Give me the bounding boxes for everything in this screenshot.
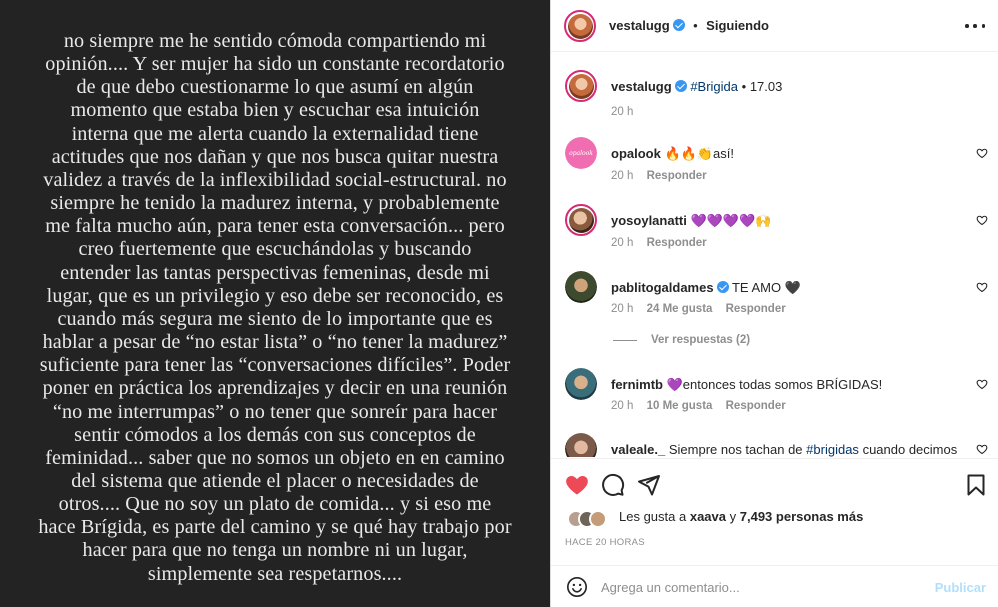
post-text-line: poner en práctica los aprendizajes y dec…	[42, 377, 508, 400]
post-text-line: interna que me alerta cuando la external…	[71, 122, 479, 145]
reply-button[interactable]: Responder	[726, 400, 786, 412]
post-text-line: feminidad... saber que no somos un objet…	[45, 446, 505, 469]
commenter-avatar[interactable]	[565, 271, 597, 303]
comment-text: cuando decimos	[862, 442, 958, 457]
verified-badge-icon	[716, 281, 729, 293]
caption-time: 20 h	[611, 106, 634, 118]
comment-like-count[interactable]: 10 Me gusta	[647, 400, 713, 412]
comment-time: 20 h	[611, 170, 634, 182]
header-separator: •	[693, 18, 698, 33]
caption-hashtag[interactable]: #Brigida	[690, 79, 738, 94]
post-text-line: validez a través de la inflexibilidad so…	[43, 168, 507, 191]
view-replies-button[interactable]: Ver respuestas (2)	[651, 334, 750, 346]
post-text-line: me falta mucho aún, para tener esta conv…	[45, 215, 505, 238]
commenter-avatar[interactable]: opalook	[565, 137, 597, 169]
post-text-line: hace Brígida, es parte del camino y se q…	[38, 516, 512, 539]
post-text-line: momento que estaba bien y escuchar esa i…	[70, 99, 480, 122]
bookmark-icon[interactable]	[964, 473, 988, 497]
liker-username[interactable]: xaava	[690, 509, 726, 524]
like-comment-heart-icon[interactable]	[976, 443, 988, 455]
more-options-icon[interactable]	[965, 17, 985, 35]
comment-text: TE AMO 🖤	[731, 280, 801, 295]
author-avatar[interactable]	[564, 10, 596, 42]
post-text-line: creo fuertemente que escuchándolas y bus…	[78, 238, 472, 261]
liker-avatars	[567, 510, 609, 528]
commenter-avatar[interactable]	[565, 433, 597, 457]
comment-time: 20 h	[611, 400, 634, 412]
post-text-line: lugar, que es un privilegio y eso debe s…	[46, 284, 504, 307]
comment-text: 💜💜💜💜🙌	[690, 213, 772, 228]
post-side-panel: vestalugg • Siguiendo vestalugg #Brigida…	[550, 0, 998, 607]
post-text-line: siempre he tenido la madurez interna, y …	[50, 192, 500, 215]
post-actions	[551, 458, 998, 508]
post-text-line: de que debo cuestionarme lo que asumí en…	[76, 76, 474, 99]
comment-text: 🔥🔥👏así!	[664, 146, 734, 161]
like-comment-heart-icon[interactable]	[976, 214, 988, 226]
caption-username[interactable]: vestalugg	[611, 79, 672, 94]
post-text-line: hacer para que no tenga un nombre ni un …	[82, 539, 468, 562]
like-comment-heart-icon[interactable]	[976, 378, 988, 390]
like-comment-heart-icon[interactable]	[976, 147, 988, 159]
post-text-line: sentir cómodos a los demás con sus conce…	[74, 423, 476, 446]
likes-middle: y	[729, 509, 737, 524]
post-text-line: otros.... Que no soy un plato de comida.…	[58, 493, 492, 516]
post-text-line: hablar a pesar de “no estar lista” o “no…	[42, 331, 508, 354]
post-image-text: no siempre me he sentido cómoda comparti…	[22, 30, 528, 586]
share-icon[interactable]	[637, 473, 661, 497]
comment-text: 💜entonces todas somos BRÍGIDAS!	[666, 377, 883, 392]
post-text-line: cuando más segura me siento de lo import…	[57, 307, 493, 330]
commenter-username[interactable]: fernimtb	[611, 377, 663, 392]
replies-divider	[613, 340, 637, 341]
post-image[interactable]: no siempre me he sentido cómoda comparti…	[0, 0, 550, 607]
caption-avatar[interactable]	[565, 70, 597, 102]
post-text-line: simplemente sea respetarnos....	[147, 562, 403, 585]
post-text-line: del sistema que atiende el placer o nece…	[71, 469, 479, 492]
post-text-line: actitudes que nos dañan y que nos busca …	[51, 145, 499, 168]
heart-icon[interactable]	[565, 473, 589, 497]
post-timestamp[interactable]: HACE 20 HORAS	[565, 537, 645, 548]
post-text-line: no siempre me he sentido cómoda comparti…	[63, 30, 487, 52]
post-header: vestalugg • Siguiendo	[551, 0, 998, 52]
commenter-username[interactable]: yosoylanatti	[611, 213, 687, 228]
verified-badge-icon	[674, 80, 687, 92]
comment-text: Siempre nos tachan de	[668, 442, 803, 457]
comment-input[interactable]	[601, 577, 921, 597]
reply-button[interactable]: Responder	[726, 303, 786, 315]
commenter-username[interactable]: pablitogaldames	[611, 280, 714, 295]
likes-prefix: Les gusta a	[619, 509, 687, 524]
reply-button[interactable]: Responder	[647, 170, 707, 182]
comment-icon[interactable]	[601, 473, 625, 497]
emoji-icon[interactable]	[566, 576, 588, 598]
publish-button[interactable]: Publicar	[935, 580, 986, 595]
comment-like-count[interactable]: 24 Me gusta	[647, 303, 713, 315]
comment-time: 20 h	[611, 237, 634, 249]
comment-hashtag[interactable]: #brigidas	[806, 442, 859, 457]
post-text-line: opinión.... Y ser mujer ha sido un const…	[45, 53, 505, 76]
comments-list[interactable]: vestalugg #Brigida • 17.03 20 h opalook …	[551, 53, 998, 457]
commenter-avatar[interactable]	[565, 204, 597, 236]
like-comment-heart-icon[interactable]	[976, 281, 988, 293]
following-button[interactable]: Siguiendo	[706, 18, 769, 33]
caption-date: 17.03	[749, 79, 783, 94]
commenter-username[interactable]: opalook	[611, 146, 661, 161]
commenter-username[interactable]: valeale._	[611, 442, 665, 457]
commenter-avatar[interactable]	[565, 368, 597, 400]
caption-separator: •	[741, 79, 747, 94]
reply-button[interactable]: Responder	[647, 237, 707, 249]
post-text-line: suficiente para tener las “conversacione…	[39, 354, 511, 377]
author-username[interactable]: vestalugg	[609, 18, 670, 33]
likes-count[interactable]: 7,493 personas más	[740, 509, 864, 524]
verified-badge-icon	[672, 19, 685, 31]
post-text-line: “no me interrumpas” o no tener que sonre…	[52, 400, 498, 423]
comment-composer: Publicar	[551, 565, 998, 607]
post-text-line: entender las tantas perspectivas femenin…	[60, 261, 490, 284]
comment-time: 20 h	[611, 303, 634, 315]
